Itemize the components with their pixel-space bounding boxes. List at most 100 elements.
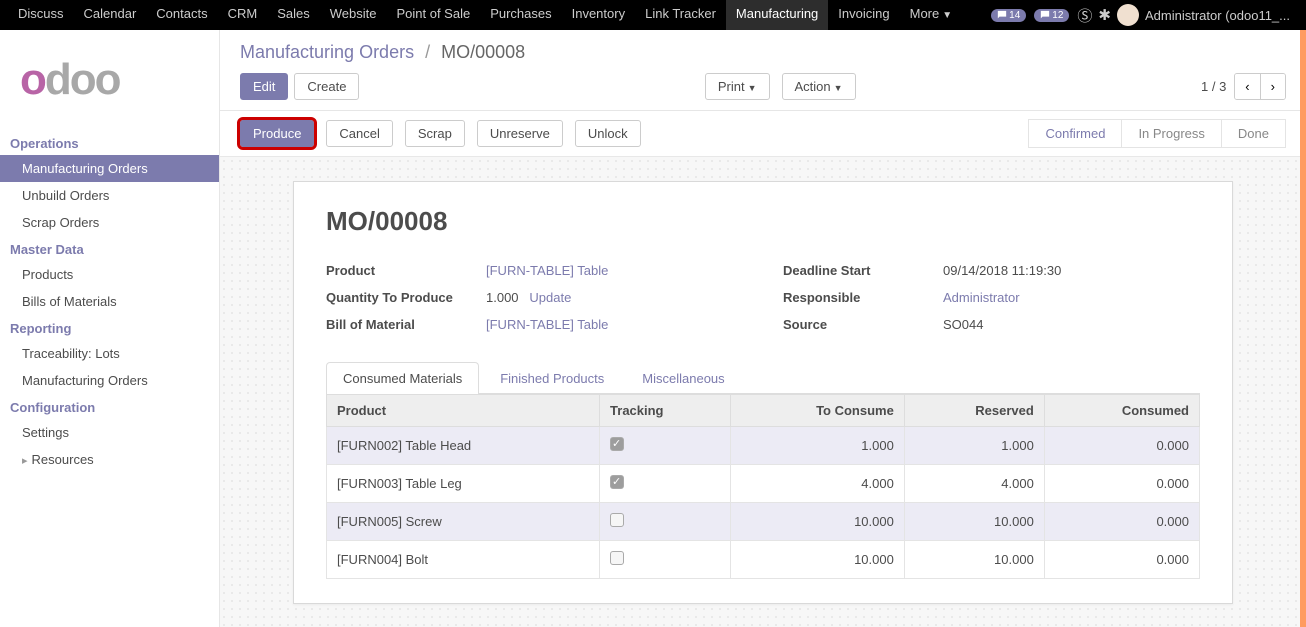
cell-reserved: 10.000 bbox=[904, 503, 1044, 541]
cell-product: [FURN002] Table Head bbox=[327, 427, 600, 465]
nav-website[interactable]: Website bbox=[320, 0, 387, 31]
update-link[interactable]: Update bbox=[529, 290, 571, 305]
pager-prev-button[interactable]: ‹ bbox=[1235, 74, 1259, 99]
scrap-button[interactable]: Scrap bbox=[405, 120, 465, 147]
status-confirmed[interactable]: Confirmed bbox=[1028, 119, 1122, 148]
tracking-checkbox bbox=[610, 475, 624, 489]
cell-consumed: 0.000 bbox=[1044, 503, 1199, 541]
table-row[interactable]: [FURN003] Table Leg4.0004.0000.000 bbox=[327, 465, 1200, 503]
side-header-reporting: Reporting bbox=[0, 315, 219, 340]
deadline-value: 09/14/2018 11:19:30 bbox=[943, 263, 1200, 278]
cell-reserved: 1.000 bbox=[904, 427, 1044, 465]
tracking-checkbox bbox=[610, 513, 624, 527]
nav-sales[interactable]: Sales bbox=[267, 0, 320, 31]
side-header-operations: Operations bbox=[0, 130, 219, 155]
cell-toconsume: 10.000 bbox=[731, 541, 905, 579]
nav-crm[interactable]: CRM bbox=[218, 0, 268, 31]
cell-reserved: 10.000 bbox=[904, 541, 1044, 579]
label-source: Source bbox=[783, 317, 943, 332]
tab-consumed[interactable]: Consumed Materials bbox=[326, 362, 479, 394]
sidebar-item-manufacturing-orders[interactable]: Manufacturing Orders bbox=[0, 155, 219, 182]
cancel-button[interactable]: Cancel bbox=[326, 120, 392, 147]
avatar[interactable] bbox=[1117, 4, 1139, 26]
sidebar-item-scrap-orders[interactable]: Scrap Orders bbox=[0, 209, 219, 236]
unlock-button[interactable]: Unlock bbox=[575, 120, 641, 147]
nav-contacts[interactable]: Contacts bbox=[146, 0, 217, 31]
sidebar-item-products[interactable]: Products bbox=[0, 261, 219, 288]
consumed-materials-table: Product Tracking To Consume Reserved Con… bbox=[326, 394, 1200, 579]
table-row[interactable]: [FURN005] Screw10.00010.0000.000 bbox=[327, 503, 1200, 541]
pager-next-button[interactable]: › bbox=[1260, 74, 1285, 99]
col-product: Product bbox=[327, 395, 600, 427]
side-header-master-data: Master Data bbox=[0, 236, 219, 261]
tracking-checkbox bbox=[610, 437, 624, 451]
breadcrumb: Manufacturing Orders / MO/00008 bbox=[220, 30, 1306, 69]
col-toconsume: To Consume bbox=[731, 395, 905, 427]
calls-badge[interactable]: 12 bbox=[1034, 9, 1069, 22]
col-consumed: Consumed bbox=[1044, 395, 1199, 427]
tracking-checkbox bbox=[610, 551, 624, 565]
nav-more[interactable]: More▼ bbox=[900, 0, 963, 31]
action-dropdown[interactable]: Action▼ bbox=[782, 73, 856, 100]
bom-link[interactable]: [FURN-TABLE] Table bbox=[486, 317, 608, 332]
label-product: Product bbox=[326, 263, 486, 278]
order-title: MO/00008 bbox=[326, 206, 1200, 237]
nav-invoicing[interactable]: Invoicing bbox=[828, 0, 899, 31]
cell-reserved: 4.000 bbox=[904, 465, 1044, 503]
cell-toconsume: 4.000 bbox=[731, 465, 905, 503]
product-link[interactable]: [FURN-TABLE] Table bbox=[486, 263, 608, 278]
label-bom: Bill of Material bbox=[326, 317, 486, 332]
debug-icon[interactable]: ✱ bbox=[1098, 6, 1111, 24]
cell-consumed: 0.000 bbox=[1044, 541, 1199, 579]
logo[interactable]: odoo bbox=[0, 40, 219, 130]
sidebar-item-manufacturing-orders[interactable]: Manufacturing Orders bbox=[0, 367, 219, 394]
tab-misc[interactable]: Miscellaneous bbox=[625, 362, 741, 394]
caret-down-icon: ▼ bbox=[748, 83, 757, 93]
table-row[interactable]: [FURN004] Bolt10.00010.0000.000 bbox=[327, 541, 1200, 579]
cell-tracking bbox=[600, 427, 731, 465]
sidebar-item-bills-of-materials[interactable]: Bills of Materials bbox=[0, 288, 219, 315]
cell-toconsume: 10.000 bbox=[731, 503, 905, 541]
nav-manufacturing[interactable]: Manufacturing bbox=[726, 0, 828, 31]
user-menu[interactable]: Administrator (odoo11_... bbox=[1145, 8, 1290, 23]
print-dropdown[interactable]: Print▼ bbox=[705, 73, 770, 100]
cell-product: [FURN004] Bolt bbox=[327, 541, 600, 579]
sidebar-item-settings[interactable]: Settings bbox=[0, 419, 219, 446]
right-accent-bar bbox=[1300, 30, 1306, 627]
nav-link-tracker[interactable]: Link Tracker bbox=[635, 0, 726, 31]
cell-tracking bbox=[600, 541, 731, 579]
status-done[interactable]: Done bbox=[1221, 119, 1286, 148]
source-value: SO044 bbox=[943, 317, 1200, 332]
top-nav: DiscussCalendarContactsCRMSalesWebsitePo… bbox=[0, 0, 1306, 30]
breadcrumb-parent[interactable]: Manufacturing Orders bbox=[240, 42, 414, 62]
nav-point-of-sale[interactable]: Point of Sale bbox=[386, 0, 480, 31]
cell-toconsume: 1.000 bbox=[731, 427, 905, 465]
create-button[interactable]: Create bbox=[294, 73, 359, 100]
tab-finished[interactable]: Finished Products bbox=[483, 362, 621, 394]
nav-purchases[interactable]: Purchases bbox=[480, 0, 561, 31]
skype-icon[interactable]: Ⓢ bbox=[1077, 5, 1092, 26]
cell-consumed: 0.000 bbox=[1044, 465, 1199, 503]
discuss-badge[interactable]: 14 bbox=[991, 9, 1026, 22]
table-row[interactable]: [FURN002] Table Head1.0001.0000.000 bbox=[327, 427, 1200, 465]
side-header-configuration: Configuration bbox=[0, 394, 219, 419]
cell-tracking bbox=[600, 465, 731, 503]
nav-calendar[interactable]: Calendar bbox=[74, 0, 147, 31]
sidebar: odoo OperationsManufacturing OrdersUnbui… bbox=[0, 30, 220, 627]
unreserve-button[interactable]: Unreserve bbox=[477, 120, 563, 147]
sidebar-item-traceability-lots[interactable]: Traceability: Lots bbox=[0, 340, 219, 367]
col-reserved: Reserved bbox=[904, 395, 1044, 427]
sidebar-item-unbuild-orders[interactable]: Unbuild Orders bbox=[0, 182, 219, 209]
status-in-progress[interactable]: In Progress bbox=[1121, 119, 1221, 148]
edit-button[interactable]: Edit bbox=[240, 73, 288, 100]
qty-value: 1.000 bbox=[486, 290, 519, 305]
label-responsible: Responsible bbox=[783, 290, 943, 305]
caret-down-icon: ▼ bbox=[834, 83, 843, 93]
sidebar-item-resources[interactable]: Resources bbox=[0, 446, 219, 473]
responsible-link[interactable]: Administrator bbox=[943, 290, 1020, 305]
cell-consumed: 0.000 bbox=[1044, 427, 1199, 465]
label-qty: Quantity To Produce bbox=[326, 290, 486, 305]
nav-inventory[interactable]: Inventory bbox=[562, 0, 635, 31]
nav-discuss[interactable]: Discuss bbox=[8, 0, 74, 31]
produce-button[interactable]: Produce bbox=[240, 120, 314, 147]
